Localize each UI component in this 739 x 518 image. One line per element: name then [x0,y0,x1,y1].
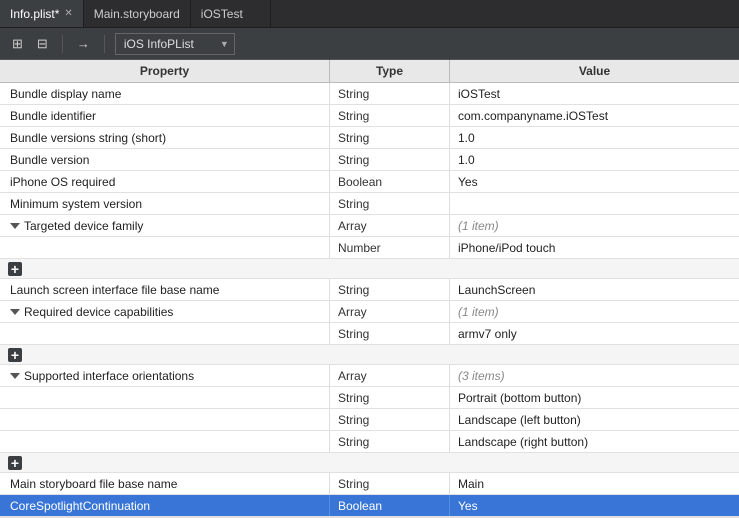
table-row[interactable]: Bundle versions string (short) String 1.… [0,127,739,149]
prop-iphone-os-required: iPhone OS required [0,171,330,192]
table-row[interactable]: Bundle display name String iOSTest [0,83,739,105]
value-min-system-version [450,193,739,214]
value-corespotlight: Yes [450,495,739,516]
prop-bundle-display-name: Bundle display name [0,83,330,104]
table-row[interactable]: Bundle version String 1.0 [0,149,739,171]
type-iphone-os-required: Boolean [330,171,450,192]
triangle-targeted-device-family-icon[interactable] [10,223,20,229]
value-landscape-left: Landscape (left button) [450,409,739,430]
type-armv7: String [330,323,450,344]
tab-main-storyboard-label: Main.storyboard [94,7,180,21]
add-item-button-2[interactable]: + [8,348,22,362]
value-landscape-right: Landscape (right button) [450,431,739,452]
table-row[interactable]: Targeted device family Array (1 item) [0,215,739,237]
tab-info-plist[interactable]: Info.plist* ✕ [0,0,84,27]
content-area: Property Type Value Bundle display name … [0,60,739,518]
type-bundle-display-name: String [330,83,450,104]
dropdown-wrap: iOS InfoPList ▼ [115,33,235,55]
type-targeted-device-family: Array [330,215,450,236]
prop-required-device-capabilities: Required device capabilities [0,301,330,322]
add-item-button-3[interactable]: + [8,456,22,470]
header-type: Type [330,60,450,82]
toolbar: ⊞ ⊟ → iOS InfoPList ▼ [0,28,739,60]
prop-launch-screen: Launch screen interface file base name [0,279,330,300]
table-row[interactable]: String Portrait (bottom button) [0,387,739,409]
type-portrait: String [330,387,450,408]
navigate-button[interactable]: → [73,34,94,53]
prop-bundle-versions-short: Bundle versions string (short) [0,127,330,148]
value-bundle-identifier: com.companyname.iOSTest [450,105,739,126]
value-armv7: armv7 only [450,323,739,344]
add-row-1: + [0,259,739,279]
value-targeted-device-family: (1 item) [450,215,739,236]
type-corespotlight: Boolean [330,495,450,516]
add-row-2: + [0,345,739,365]
add-item-button-1[interactable]: + [8,262,22,276]
prop-main-storyboard-file: Main storyboard file base name [0,473,330,494]
copy-button[interactable]: ⊞ [8,34,27,54]
table-row[interactable]: Number iPhone/iPod touch [0,237,739,259]
type-bundle-version: String [330,149,450,170]
tab-iostest-label: iOSTest [201,7,243,21]
prop-supported-orientations: Supported interface orientations [0,365,330,386]
header-value: Value [450,60,739,82]
type-landscape-right: String [330,431,450,452]
value-main-storyboard-file: Main [450,473,739,494]
plist-category-select[interactable]: iOS InfoPList [115,33,235,55]
tab-info-plist-close[interactable]: ✕ [64,8,72,19]
value-bundle-display-name: iOSTest [450,83,739,104]
value-bundle-versions-short: 1.0 [450,127,739,148]
table-row-corespotlight[interactable]: CoreSpotlightContinuation Boolean Yes [0,495,739,517]
type-required-device-capabilities: Array [330,301,450,322]
prop-bundle-version: Bundle version [0,149,330,170]
toolbar-separator-1 [62,35,63,53]
table-row[interactable]: Bundle identifier String com.companyname… [0,105,739,127]
value-required-device-capabilities: (1 item) [450,301,739,322]
type-supported-orientations: Array [330,365,450,386]
tab-bar: Info.plist* ✕ Main.storyboard iOSTest [0,0,739,28]
tab-info-plist-label: Info.plist* [10,7,59,21]
prop-min-system-version: Minimum system version [0,193,330,214]
table-row[interactable]: String Landscape (left button) [0,409,739,431]
tab-iostest[interactable]: iOSTest [191,0,271,27]
type-device-number: Number [330,237,450,258]
prop-landscape-right [0,431,330,452]
table-row[interactable]: String Landscape (right button) [0,431,739,453]
type-bundle-identifier: String [330,105,450,126]
value-supported-orientations: (3 items) [450,365,739,386]
header-property: Property [0,60,330,82]
prop-portrait [0,387,330,408]
table-row[interactable]: Launch screen interface file base name S… [0,279,739,301]
add-row-3: + [0,453,739,473]
type-bundle-versions-short: String [330,127,450,148]
prop-device-number [0,237,330,258]
type-min-system-version: String [330,193,450,214]
prop-bundle-identifier: Bundle identifier [0,105,330,126]
triangle-supported-orientations-icon[interactable] [10,373,20,379]
value-launch-screen: LaunchScreen [450,279,739,300]
triangle-required-device-icon[interactable] [10,309,20,315]
table-header: Property Type Value [0,60,739,83]
tab-main-storyboard[interactable]: Main.storyboard [84,0,191,27]
table-row[interactable]: Minimum system version String [0,193,739,215]
prop-landscape-left [0,409,330,430]
type-landscape-left: String [330,409,450,430]
prop-targeted-device-family: Targeted device family [0,215,330,236]
value-device-number: iPhone/iPod touch [450,237,739,258]
type-launch-screen: String [330,279,450,300]
table-row[interactable]: Supported interface orientations Array (… [0,365,739,387]
value-portrait: Portrait (bottom button) [450,387,739,408]
toolbar-separator-2 [104,35,105,53]
table-row[interactable]: iPhone OS required Boolean Yes [0,171,739,193]
value-bundle-version: 1.0 [450,149,739,170]
value-iphone-os-required: Yes [450,171,739,192]
table-row[interactable]: String armv7 only [0,323,739,345]
prop-armv7 [0,323,330,344]
table-row[interactable]: Main storyboard file base name String Ma… [0,473,739,495]
prop-corespotlight: CoreSpotlightContinuation [0,495,330,516]
paste-button[interactable]: ⊟ [33,34,52,54]
type-main-storyboard-file: String [330,473,450,494]
table-row[interactable]: Required device capabilities Array (1 it… [0,301,739,323]
